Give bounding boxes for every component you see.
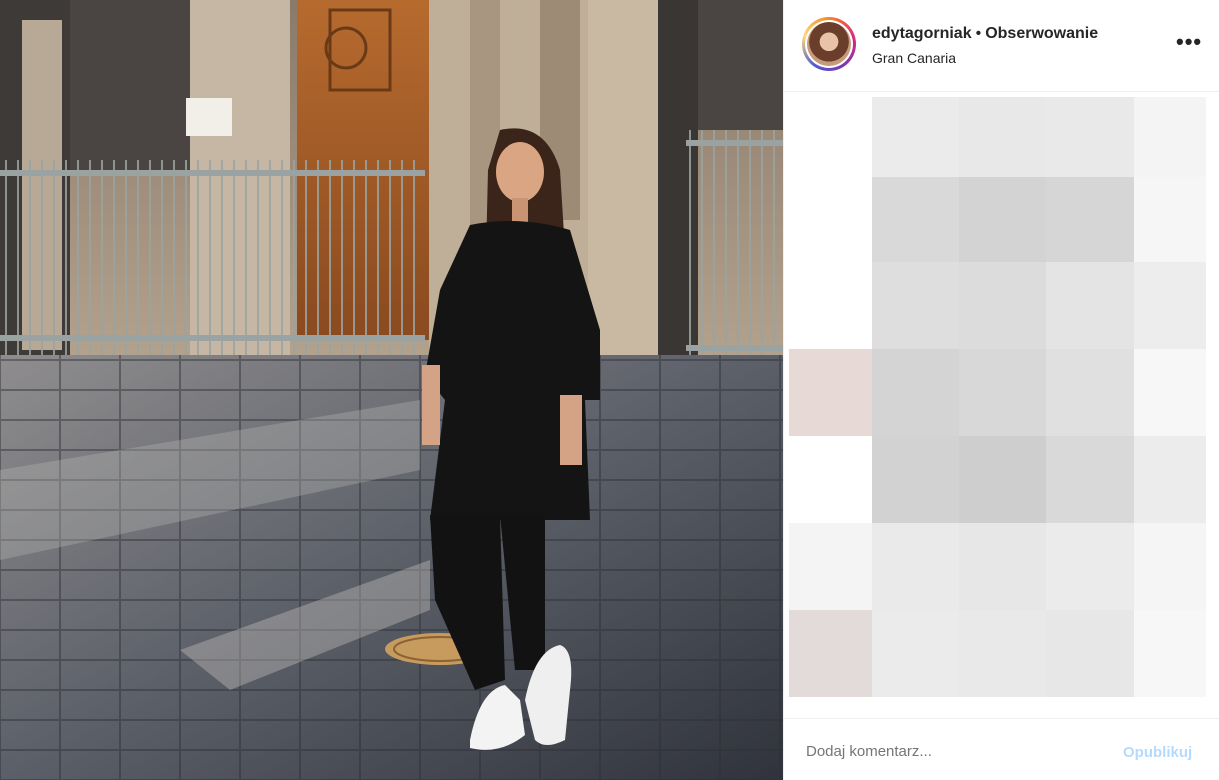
avatar-image bbox=[807, 22, 851, 66]
comment-input[interactable] bbox=[806, 743, 1066, 760]
pixel-block bbox=[959, 177, 1046, 262]
username-link[interactable]: edytagorniak bbox=[872, 25, 972, 42]
pixel-block bbox=[872, 436, 959, 523]
pixel-block bbox=[1134, 436, 1206, 523]
pixel-block bbox=[1046, 436, 1134, 523]
pixel-block bbox=[959, 97, 1046, 177]
post-header: edytagorniak • Obserwowanie Gran Canaria •… bbox=[784, 0, 1219, 92]
pixel-block bbox=[959, 262, 1046, 349]
story-ring[interactable] bbox=[802, 17, 856, 71]
pixel-block bbox=[1046, 610, 1134, 697]
pixel-block bbox=[872, 349, 959, 436]
pixel-block bbox=[872, 97, 959, 177]
pixel-block bbox=[1134, 523, 1206, 610]
pixel-block bbox=[1134, 262, 1206, 349]
pixel-block bbox=[1046, 97, 1134, 177]
post-photo[interactable] bbox=[0, 0, 783, 780]
publish-button[interactable]: Opublikuj bbox=[1123, 744, 1192, 761]
post-sidebar: edytagorniak • Obserwowanie Gran Canaria •… bbox=[783, 0, 1219, 780]
location-link[interactable]: Gran Canaria bbox=[872, 50, 956, 66]
pixel-block bbox=[1134, 349, 1206, 436]
pixel-block bbox=[1046, 523, 1134, 610]
pixel-block bbox=[1046, 262, 1134, 349]
pixel-block bbox=[872, 177, 959, 262]
pixel-block bbox=[872, 610, 959, 697]
pixel-block bbox=[789, 349, 872, 436]
pixel-block bbox=[959, 436, 1046, 523]
pixel-block bbox=[959, 610, 1046, 697]
pixel-block bbox=[1134, 177, 1206, 262]
pixel-block bbox=[959, 349, 1046, 436]
separator-dot: • bbox=[975, 25, 982, 42]
comments-pixelated-area bbox=[784, 92, 1219, 717]
pixel-block bbox=[872, 523, 959, 610]
pixel-block bbox=[1046, 177, 1134, 262]
pixel-block bbox=[1134, 97, 1206, 177]
pixel-block bbox=[1046, 349, 1134, 436]
pixel-block bbox=[959, 523, 1046, 610]
pixel-block bbox=[872, 262, 959, 349]
avatar[interactable] bbox=[805, 20, 853, 68]
photo-image bbox=[0, 0, 783, 780]
instagram-post: edytagorniak • Obserwowanie Gran Canaria •… bbox=[0, 0, 1219, 780]
user-line: edytagorniak • Obserwowanie bbox=[872, 25, 1098, 43]
follow-status-button[interactable]: Obserwowanie bbox=[985, 25, 1098, 42]
comment-bar: Opublikuj bbox=[784, 718, 1219, 780]
more-horizontal-icon[interactable]: ••• bbox=[1176, 31, 1202, 53]
pixel-block bbox=[1134, 610, 1206, 697]
pixel-block bbox=[789, 610, 872, 697]
pixel-block bbox=[789, 523, 872, 610]
